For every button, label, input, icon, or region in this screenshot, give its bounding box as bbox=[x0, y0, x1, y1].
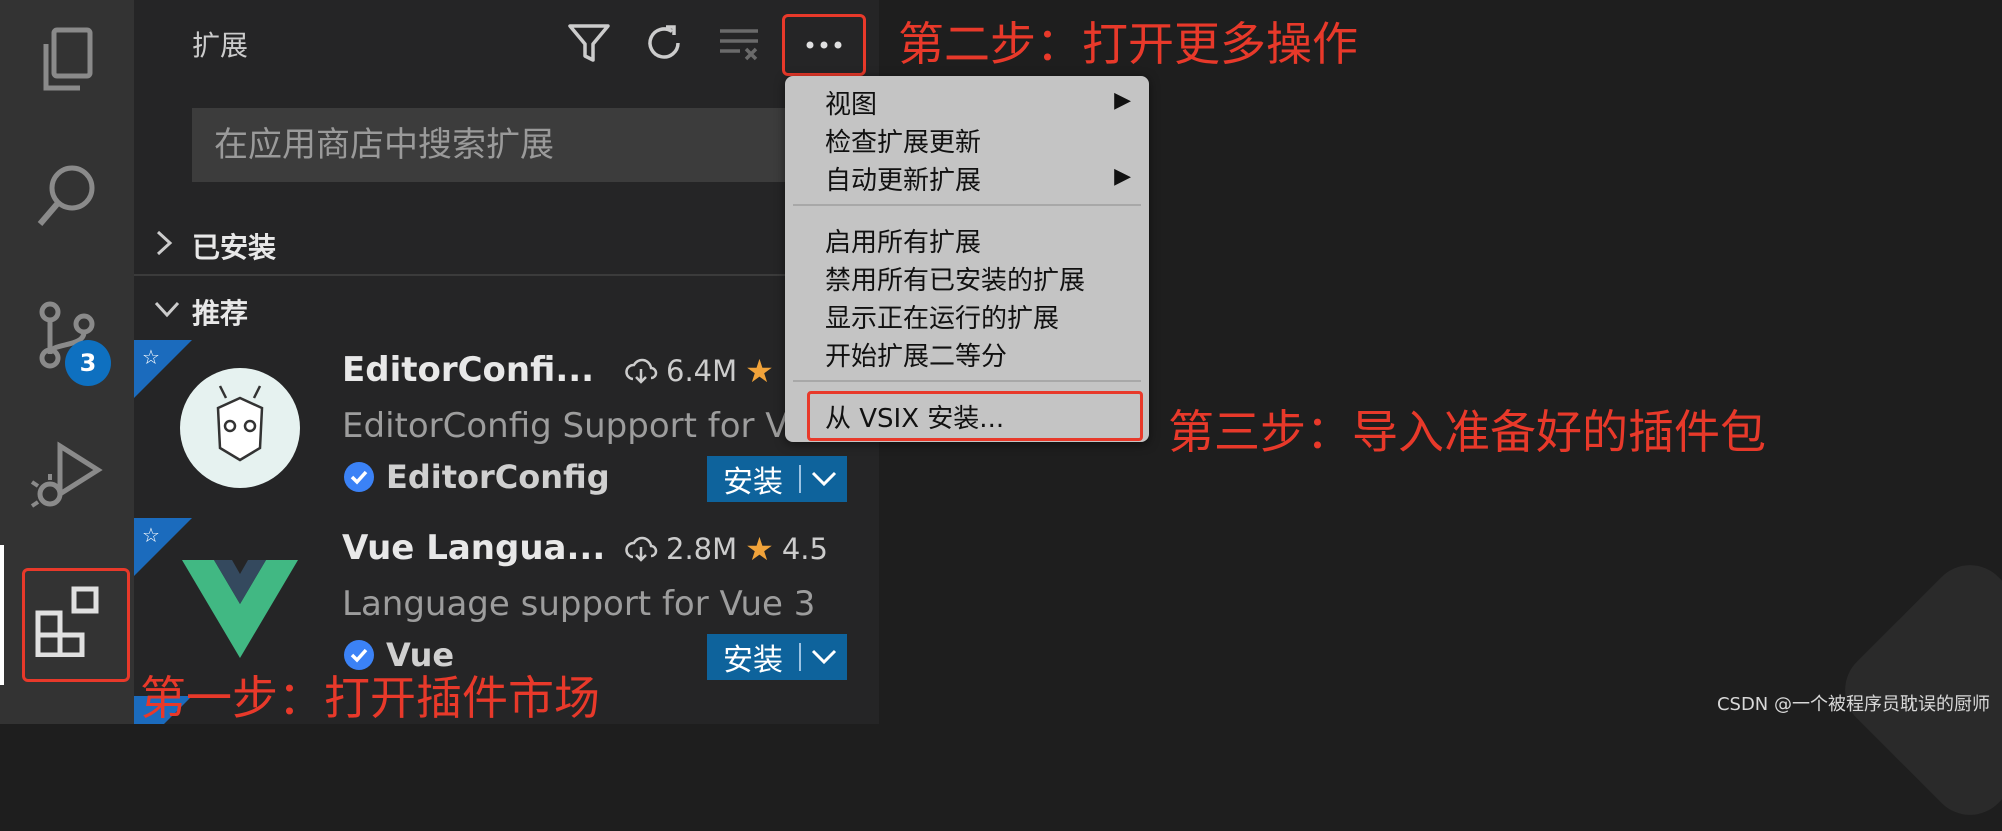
download-count-value: 6.4M bbox=[666, 354, 738, 388]
annotation-highlight-extensions bbox=[22, 568, 130, 682]
rating-value: 4.5 bbox=[781, 532, 828, 566]
download-count-value: 2.8M bbox=[666, 532, 738, 566]
menu-item-label: 视图 bbox=[825, 90, 878, 120]
refresh-icon[interactable] bbox=[639, 18, 689, 68]
menu-item-bisect[interactable]: 开始扩展二等分 bbox=[825, 336, 1007, 373]
section-recommended-label: 推荐 bbox=[192, 297, 249, 330]
extension-item[interactable]: ☆ EditorConfi... 6.4M ★ EditorConfig Sup… bbox=[134, 340, 879, 515]
cloud-download-icon bbox=[625, 358, 658, 384]
menu-item-disable-all[interactable]: 禁用所有已安装的扩展 bbox=[825, 260, 1085, 297]
more-actions-button[interactable] bbox=[782, 14, 866, 76]
menu-separator bbox=[793, 380, 1141, 382]
more-actions-menu: 视图 ▶ 检查扩展更新 自动更新扩展 ▶ 启用所有扩展 禁用所有已安装的扩展 显… bbox=[785, 76, 1149, 442]
sidebar-title: 扩展 bbox=[192, 29, 249, 62]
extension-name: Vue Langua... bbox=[342, 528, 606, 568]
extension-description: EditorConfig Support for Vi... bbox=[342, 406, 830, 446]
clear-icon[interactable] bbox=[714, 18, 764, 68]
menu-item-label: 启用所有扩展 bbox=[825, 228, 982, 258]
chevron-right-icon bbox=[156, 230, 173, 256]
menu-item-label: 检查扩展更新 bbox=[825, 128, 982, 158]
install-label: 安装 bbox=[723, 643, 783, 678]
install-button[interactable]: 安装 bbox=[707, 634, 847, 680]
publisher: EditorConfig bbox=[342, 458, 610, 496]
section-divider bbox=[134, 274, 879, 276]
active-indicator bbox=[0, 545, 4, 685]
extension-name: EditorConfi... bbox=[342, 350, 595, 390]
extensions-sidebar: 扩展 在应用商店中搜索扩展 已安装 推荐 ☆ EditorConfi... 6.… bbox=[134, 0, 879, 724]
filter-icon[interactable] bbox=[564, 18, 614, 68]
menu-item-check-updates[interactable]: 检查扩展更新 bbox=[825, 122, 981, 159]
scm-badge: 3 bbox=[65, 340, 111, 386]
section-recommended[interactable]: 推荐 bbox=[134, 284, 879, 334]
svg-text:☆: ☆ bbox=[142, 345, 160, 369]
star-icon: ★ bbox=[745, 530, 774, 568]
verified-publisher-icon bbox=[344, 462, 374, 492]
chevron-down-icon bbox=[154, 301, 180, 318]
annotation-step2: 第二步：打开更多操作 bbox=[898, 17, 1358, 71]
menu-separator bbox=[793, 204, 1141, 206]
download-count: 2.8M ★ 4.5 bbox=[624, 530, 828, 568]
svg-text:☆: ☆ bbox=[142, 523, 160, 547]
menu-item-enable-all[interactable]: 启用所有扩展 bbox=[825, 222, 981, 259]
menu-item-show-running[interactable]: 显示正在运行的扩展 bbox=[825, 298, 1059, 335]
ellipsis-icon bbox=[806, 41, 842, 49]
vue-logo-icon bbox=[182, 560, 298, 658]
menu-item-view[interactable]: 视图 bbox=[825, 84, 877, 121]
extension-search-input[interactable]: 在应用商店中搜索扩展 bbox=[192, 108, 832, 182]
editorconfig-logo-icon bbox=[180, 368, 300, 488]
menu-item-auto-update[interactable]: 自动更新扩展 bbox=[825, 160, 981, 197]
menu-item-label: 自动更新扩展 bbox=[825, 166, 982, 196]
search-icon[interactable] bbox=[22, 150, 112, 240]
run-debug-icon[interactable] bbox=[22, 428, 112, 518]
install-dropdown-chevron-icon[interactable] bbox=[801, 470, 847, 488]
install-button[interactable]: 安装 bbox=[707, 456, 847, 502]
watermark: CSDN @一个被程序员耽误的厨师 bbox=[1716, 694, 1990, 715]
download-count: 6.4M ★ bbox=[624, 352, 774, 390]
install-dropdown-chevron-icon[interactable] bbox=[801, 648, 847, 666]
submenu-arrow-icon: ▶ bbox=[1114, 164, 1131, 189]
explorer-icon[interactable] bbox=[22, 16, 112, 106]
install-label: 安装 bbox=[723, 465, 783, 500]
activity-bar: 3 bbox=[0, 0, 134, 724]
menu-item-label: 显示正在运行的扩展 bbox=[825, 304, 1060, 334]
cloud-download-icon bbox=[625, 536, 658, 562]
annotation-step1: 第一步：打开插件市场 bbox=[140, 671, 600, 725]
publisher-name: EditorConfig bbox=[386, 458, 610, 496]
annotation-step3: 第三步：导入准备好的插件包 bbox=[1168, 405, 1766, 459]
star-icon: ★ bbox=[745, 352, 774, 390]
menu-item-label: 禁用所有已安装的扩展 bbox=[825, 266, 1086, 296]
submenu-arrow-icon: ▶ bbox=[1114, 88, 1131, 113]
section-installed[interactable]: 已安装 bbox=[134, 218, 879, 268]
section-installed-label: 已安装 bbox=[192, 231, 277, 264]
annotation-highlight-vsix bbox=[807, 391, 1143, 441]
menu-item-label: 开始扩展二等分 bbox=[825, 342, 1008, 372]
extension-description: Language support for Vue 3 bbox=[342, 584, 816, 624]
